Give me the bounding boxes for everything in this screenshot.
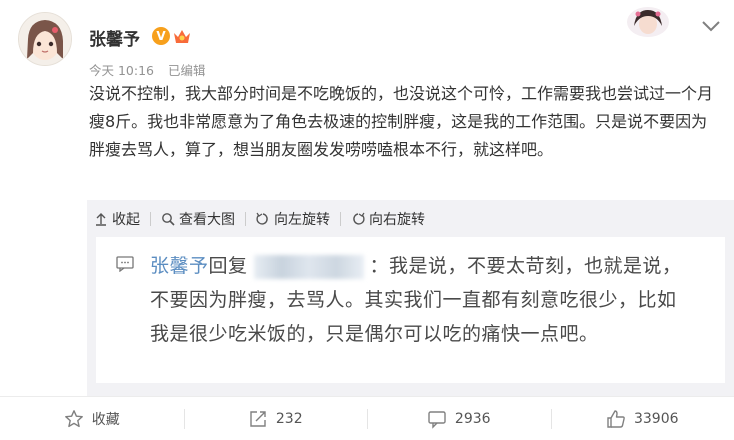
blurred-username <box>253 254 364 279</box>
post-time[interactable]: 今天 10:16 <box>89 63 154 78</box>
collapse-label: 收起 <box>112 212 140 228</box>
user-avatar[interactable] <box>18 12 72 66</box>
rotate-left-icon <box>256 212 268 225</box>
action-bar: 收藏 232 2936 33906 <box>0 397 734 440</box>
like-count: 33906 <box>633 410 679 427</box>
comment-bubble-icon <box>116 256 134 276</box>
thumbs-up-icon <box>607 409 625 428</box>
view-large-label: 查看大图 <box>179 212 235 228</box>
like-button[interactable]: 33906 <box>550 397 734 440</box>
user-name[interactable]: 张馨予 <box>89 25 140 50</box>
favorite-button[interactable]: 收藏 <box>0 397 184 440</box>
rotate-left-button[interactable]: 向左旋转 <box>256 209 330 229</box>
share-icon <box>250 410 266 427</box>
image-toolbar: 收起 查看大图 向左旋转 向右旋转 <box>94 209 433 229</box>
chevron-down-icon[interactable] <box>700 18 722 32</box>
post-meta: 今天 10:16 已编辑 <box>89 60 216 79</box>
comment-screenshot-image[interactable]: 张馨予回复 ：我是说，不要太苛刻，也就是说，不要因为胖瘦，去骂人。其实我们一直都有… <box>96 237 725 383</box>
comment-count: 2936 <box>454 410 491 427</box>
vip-crown-icon <box>172 27 192 45</box>
comment-icon <box>428 410 446 429</box>
arrow-up-icon <box>96 213 106 226</box>
toolbar-divider <box>340 212 341 226</box>
comment-button[interactable]: 2936 <box>367 397 551 440</box>
magnifier-icon <box>162 213 175 226</box>
collapse-button[interactable]: 收起 <box>94 209 140 229</box>
star-icon <box>64 409 83 427</box>
repost-count: 232 <box>275 410 303 427</box>
rotate-right-icon <box>353 212 365 225</box>
rotate-left-label: 向左旋转 <box>274 212 330 228</box>
rotate-right-label: 向右旋转 <box>369 212 425 228</box>
post-text: 没说不控制，我大部分时间是不吃晚饭的，也没说这个可怜，工作需要我也尝试过一个月瘦… <box>89 84 714 159</box>
comment-text: 张馨予回复 ：我是说，不要太苛刻，也就是说，不要因为胖瘦，去骂人。其实我们一直都有… <box>150 249 690 351</box>
verified-badge-icon: V <box>152 27 170 45</box>
toolbar-divider <box>150 212 151 226</box>
favorite-label: 收藏 <box>91 411 120 428</box>
rotate-right-button[interactable]: 向右旋转 <box>351 209 425 229</box>
edited-label: 已编辑 <box>167 63 206 78</box>
toolbar-divider <box>245 212 246 226</box>
repost-button[interactable]: 232 <box>183 397 368 440</box>
comment-author: 张馨予 <box>150 255 209 277</box>
profile-thumbnail[interactable] <box>626 6 670 38</box>
reply-label: 回复 <box>208 255 248 277</box>
view-large-button[interactable]: 查看大图 <box>161 209 235 229</box>
